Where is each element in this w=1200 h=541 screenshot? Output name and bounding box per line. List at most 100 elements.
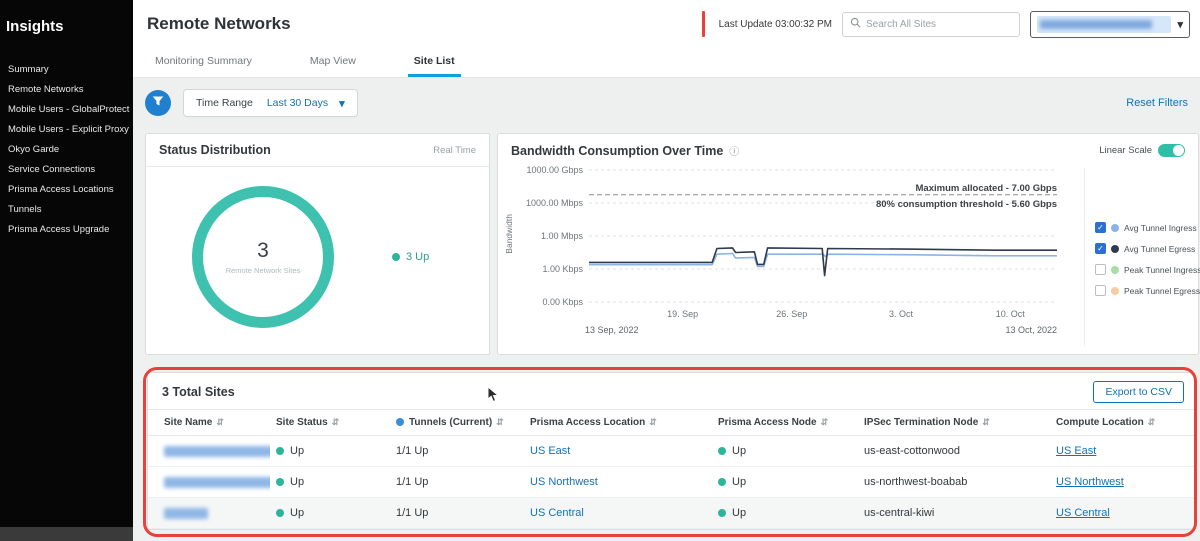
sort-icon[interactable]: ⇵: [982, 417, 990, 427]
sidebar-footer: [0, 527, 133, 541]
series-color-dot: [1111, 245, 1119, 253]
ipsec-node-cell: us-central-kiwi: [858, 498, 1050, 529]
col-site-status[interactable]: Site Status⇵: [270, 410, 390, 436]
series-color-dot: [1111, 287, 1119, 295]
account-dropdown[interactable]: ▾: [1030, 11, 1190, 38]
tab-map-view[interactable]: Map View: [304, 48, 362, 77]
compute-location-cell[interactable]: US East: [1050, 436, 1194, 467]
legend-avg-tunnel-egress[interactable]: ✓Avg Tunnel Egress: [1095, 243, 1198, 254]
export-csv-button[interactable]: Export to CSV: [1093, 381, 1184, 403]
legend-peak-tunnel-ingress[interactable]: Peak Tunnel Ingress: [1095, 264, 1198, 275]
compute-location-cell[interactable]: US Northwest: [1050, 467, 1194, 498]
svg-text:13 Oct, 2022: 13 Oct, 2022: [1005, 325, 1057, 335]
checkbox-icon[interactable]: ✓: [1095, 243, 1106, 254]
status-dot: [718, 509, 726, 517]
sidebar-item-okyo-garde[interactable]: Okyo Garde: [0, 139, 133, 159]
site-status-cell: Up: [270, 436, 390, 467]
site-status-cell: Up: [270, 498, 390, 529]
app-title: Insights: [0, 0, 133, 59]
time-range-control[interactable]: Time Range Last 30 Days ▾: [183, 89, 358, 117]
sites-table-card: 3 Total Sites Export to CSV Site Name⇵ S…: [147, 372, 1195, 530]
bandwidth-card: Bandwidth Consumption Over Time ⓘ Linear…: [497, 133, 1199, 355]
reset-filters-link[interactable]: Reset Filters: [1126, 97, 1188, 109]
svg-text:1.00 Kbps: 1.00 Kbps: [542, 264, 583, 274]
svg-text:1.00 Mbps: 1.00 Mbps: [541, 231, 584, 241]
sort-icon[interactable]: ⇵: [1148, 417, 1156, 427]
up-status-dot: [392, 253, 400, 261]
sort-icon[interactable]: ⇵: [649, 417, 657, 427]
sort-icon[interactable]: ⇵: [216, 417, 224, 427]
status-card-title: Status Distribution: [159, 143, 271, 157]
sidebar-item-mobile-users-globalprotect[interactable]: Mobile Users - GlobalProtect: [0, 99, 133, 119]
compute-location-cell[interactable]: US Central: [1050, 498, 1194, 529]
filter-button[interactable]: [145, 90, 171, 116]
svg-text:1000.00 Mbps: 1000.00 Mbps: [526, 198, 584, 208]
info-icon[interactable]: ⓘ: [729, 143, 739, 158]
tunnels-cell: 1/1 Up: [390, 436, 524, 467]
site-name-cell[interactable]: [148, 436, 270, 467]
pa-node-cell: Up: [712, 498, 858, 529]
sidebar-item-service-connections[interactable]: Service Connections: [0, 159, 133, 179]
main-area: Remote Networks Last Update 03:00:32 PM …: [133, 0, 1200, 541]
chevron-down-icon: ▾: [1177, 18, 1183, 31]
status-legend: 3 Up: [392, 251, 429, 263]
col-compute-location[interactable]: Compute Location⇵: [1050, 410, 1194, 436]
sites-table: Site Name⇵ Site Status⇵ Tunnels (Current…: [148, 409, 1194, 529]
sidebar-item-tunnels[interactable]: Tunnels: [0, 199, 133, 219]
bandwidth-line-chart: 0.00 Kbps1.00 Kbps1.00 Mbps1000.00 Mbps1…: [517, 160, 1065, 338]
table-header-row: Site Name⇵ Site Status⇵ Tunnels (Current…: [148, 410, 1194, 436]
redacted-site-name: [164, 508, 208, 519]
time-range-label: Time Range: [184, 97, 265, 109]
col-site-name[interactable]: Site Name⇵: [148, 410, 270, 436]
sidebar-item-mobile-users-explicit-proxy[interactable]: Mobile Users - Explicit Proxy: [0, 119, 133, 139]
status-dot: [276, 478, 284, 486]
checkbox-icon[interactable]: [1095, 264, 1106, 275]
svg-text:26. Sep: 26. Sep: [776, 309, 807, 319]
pa-location-cell[interactable]: US Northwest: [524, 467, 712, 498]
table-row: Up 1/1 Up US Northwest Up us-northwest-b…: [148, 467, 1194, 498]
sort-icon[interactable]: ⇵: [496, 417, 504, 427]
pa-location-cell[interactable]: US East: [524, 436, 712, 467]
checkbox-icon[interactable]: ✓: [1095, 222, 1106, 233]
page-header: Remote Networks Last Update 03:00:32 PM …: [133, 0, 1200, 48]
col-tunnels[interactable]: Tunnels (Current)⇵: [390, 410, 524, 436]
site-search[interactable]: [842, 12, 1020, 37]
col-pa-node[interactable]: Prisma Access Node⇵: [712, 410, 858, 436]
tab-site-list[interactable]: Site List: [408, 48, 461, 77]
time-range-value[interactable]: Last 30 Days ▾: [265, 97, 357, 110]
ipsec-node-cell: us-east-cottonwood: [858, 436, 1050, 467]
status-dot: [718, 447, 726, 455]
sidebar-item-prisma-access-upgrade[interactable]: Prisma Access Upgrade: [0, 219, 133, 239]
sidebar-nav: SummaryRemote NetworksMobile Users - Glo…: [0, 59, 133, 239]
checkbox-icon[interactable]: [1095, 285, 1106, 296]
site-name-cell[interactable]: [148, 498, 270, 529]
site-count-caption: Remote Network Sites: [226, 266, 301, 275]
svg-text:19. Sep: 19. Sep: [667, 309, 698, 319]
col-pa-location[interactable]: Prisma Access Location⇵: [524, 410, 712, 436]
sidebar-item-remote-networks[interactable]: Remote Networks: [0, 79, 133, 99]
legend-peak-tunnel-egress[interactable]: Peak Tunnel Egress: [1095, 285, 1198, 296]
tunnels-cell: 1/1 Up: [390, 467, 524, 498]
sidebar-item-summary[interactable]: Summary: [0, 59, 133, 79]
site-name-cell[interactable]: [148, 467, 270, 498]
sort-icon[interactable]: ⇵: [332, 417, 340, 427]
pa-node-cell: Up: [712, 467, 858, 498]
col-ipsec-node[interactable]: IPSec Termination Node⇵: [858, 410, 1050, 436]
redacted-site-name: [164, 477, 270, 488]
real-time-label: Real Time: [433, 145, 476, 156]
page-title: Remote Networks: [147, 14, 291, 34]
legend-avg-tunnel-ingress[interactable]: ✓Avg Tunnel Ingress: [1095, 222, 1198, 233]
redacted-site-name: [164, 446, 270, 457]
linear-scale-toggle[interactable]: [1158, 144, 1185, 157]
tab-bar: Monitoring Summary Map View Site List: [133, 48, 1200, 78]
svg-text:Maximum allocated - 7.00 Gbp: Maximum allocated - 7.00 Gbps: [916, 183, 1058, 194]
tab-monitoring-summary[interactable]: Monitoring Summary: [149, 48, 258, 77]
chevron-down-icon: ▾: [339, 97, 345, 110]
sidebar-item-prisma-access-locations[interactable]: Prisma Access Locations: [0, 179, 133, 199]
status-dot: [276, 447, 284, 455]
sort-icon[interactable]: ⇵: [821, 417, 829, 427]
search-input[interactable]: [866, 19, 1012, 30]
pa-node-cell: Up: [712, 436, 858, 467]
search-icon: [850, 15, 861, 33]
pa-location-cell[interactable]: US Central: [524, 498, 712, 529]
